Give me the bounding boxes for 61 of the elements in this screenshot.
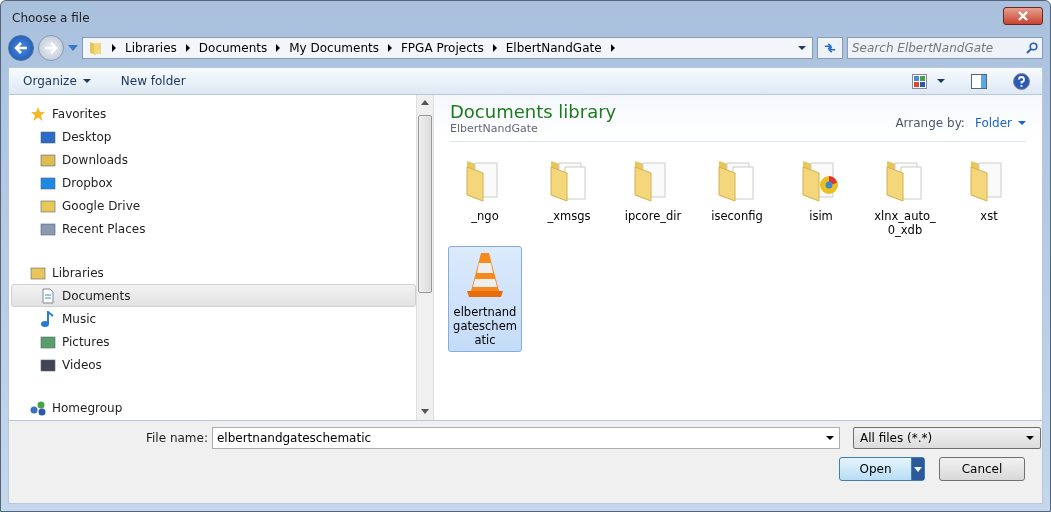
file-name-label: File name: — [146, 431, 208, 445]
arrange-by-label: Arrange by: — [895, 116, 965, 130]
file-item[interactable]: xst — [952, 150, 1026, 242]
close-button[interactable] — [1003, 6, 1043, 25]
back-button[interactable] — [8, 35, 34, 61]
arrow-left-icon — [14, 42, 28, 54]
search-field[interactable]: Search ElbertNandGate — [847, 37, 1043, 59]
nav-item[interactable]: Desktop — [11, 125, 417, 149]
nav-item[interactable]: Downloads — [11, 148, 417, 172]
new-folder-button[interactable]: New folder — [118, 72, 188, 90]
music-note-icon — [40, 310, 56, 327]
nav-item[interactable]: Music — [11, 307, 417, 331]
file-item[interactable]: xlnx_auto_0_xdb — [868, 150, 942, 242]
help-icon[interactable] — [1013, 72, 1030, 90]
nav-item[interactable]: Favorites — [11, 103, 417, 126]
forward-button[interactable] — [38, 35, 64, 61]
nav-item[interactable]: Libraries — [11, 261, 417, 285]
caret-icon[interactable] — [825, 436, 834, 440]
file-item[interactable]: isim — [784, 150, 858, 242]
preview-pane-icon[interactable] — [971, 73, 987, 89]
file-type-dropdown[interactable]: All files (*.*) — [852, 427, 1041, 449]
nav-item[interactable]: Homegroup — [11, 397, 417, 420]
arrow-right-icon — [44, 42, 58, 54]
refresh-button[interactable] — [817, 37, 843, 59]
scroll-up-icon[interactable] — [421, 100, 430, 105]
network-icon — [30, 400, 46, 417]
file-item[interactable]: _xmsgs — [532, 150, 606, 242]
breadcrumb-item[interactable]: Libraries — [125, 41, 177, 55]
library-title: Documents library — [450, 101, 617, 122]
star-icon — [30, 106, 46, 123]
address-bar[interactable]: Libraries Documents My Documents FPGA Projects ElbertNandGate — [82, 37, 813, 59]
file-item[interactable]: iseconfig — [700, 150, 774, 242]
breadcrumb-item[interactable]: My Documents — [289, 41, 379, 55]
library-subtitle: ElbertNandGate — [450, 122, 539, 135]
file-name-field[interactable]: elbertnandgateschematic — [211, 427, 840, 449]
scroll-down-icon[interactable] — [421, 409, 430, 414]
file-item[interactable]: _ngo — [448, 150, 522, 242]
nav-item[interactable]: Dropbox — [11, 171, 417, 195]
file-item[interactable]: elbertnandgateschematic — [448, 246, 522, 352]
nav-item[interactable]: Google Drive — [11, 194, 417, 218]
close-icon — [1017, 10, 1029, 21]
nav-item[interactable]: Pictures — [11, 330, 417, 354]
caret-icon[interactable] — [937, 79, 945, 83]
breadcrumb-item[interactable]: ElbertNandGate — [505, 41, 602, 55]
view-options-icon[interactable] — [912, 73, 927, 89]
file-item[interactable]: ipcore_dir — [616, 150, 690, 242]
open-button[interactable]: Open — [839, 457, 925, 481]
history-dropdown-icon[interactable] — [68, 45, 78, 51]
cancel-button[interactable]: Cancel — [939, 457, 1025, 481]
refresh-icon — [824, 42, 836, 54]
arrange-by-dropdown[interactable]: Folder — [974, 116, 1026, 130]
document-icon — [40, 287, 56, 304]
organize-button[interactable]: Organize — [21, 72, 93, 90]
window-title: Choose a file — [12, 10, 90, 25]
breadcrumb-item[interactable]: Documents — [198, 41, 268, 55]
nav-item[interactable]: Documents — [11, 284, 417, 308]
search-icon — [1026, 42, 1038, 54]
scrollbar[interactable] — [416, 95, 433, 420]
nav-item[interactable]: Recent Places — [11, 217, 417, 241]
nav-item[interactable]: Videos — [11, 353, 417, 377]
breadcrumb-item[interactable]: FPGA Projects — [400, 41, 484, 55]
